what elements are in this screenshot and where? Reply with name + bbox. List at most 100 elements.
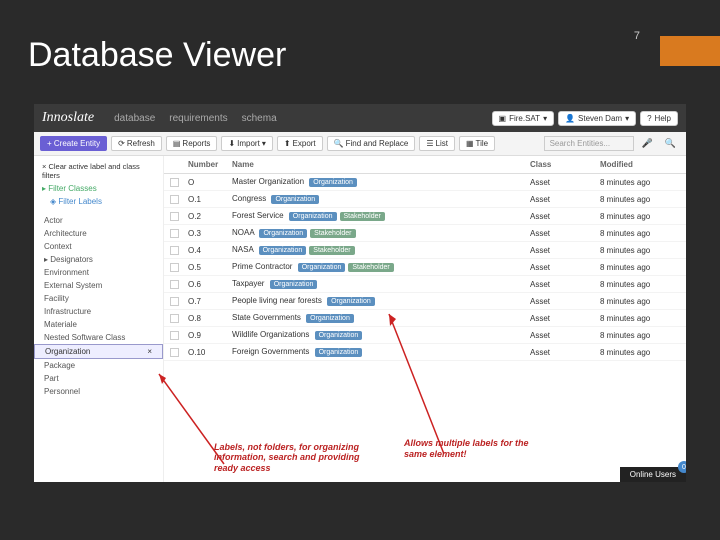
tag-stakeholder[interactable]: Stakeholder [309, 246, 354, 255]
user-dropdown[interactable]: 👤Steven Dam▾ [558, 111, 636, 126]
tag-organization[interactable]: Organization [315, 348, 363, 357]
class-item-environment[interactable]: Environment [34, 266, 163, 279]
row-checkbox[interactable] [170, 297, 179, 306]
row-checkbox[interactable] [170, 331, 179, 340]
class-item-infrastructure[interactable]: Infrastructure [34, 305, 163, 318]
cell-name: Prime Contractor OrganizationStakeholder [232, 262, 530, 272]
find-replace-button[interactable]: 🔍Find and Replace [327, 136, 416, 151]
table-row[interactable]: O.5Prime Contractor OrganizationStakehol… [164, 259, 686, 276]
nav-requirements[interactable]: requirements [169, 113, 227, 124]
class-item-package[interactable]: Package [34, 359, 163, 372]
tag-organization[interactable]: Organization [298, 263, 346, 272]
annotation-multiple-labels: Allows multiple labels for the same elem… [404, 438, 544, 460]
table-row[interactable]: O.9Wildlife Organizations OrganizationAs… [164, 327, 686, 344]
search-input[interactable]: Search Entities... [544, 136, 634, 151]
folder-icon: ▣ [499, 114, 507, 123]
table-row[interactable]: O.7People living near forests Organizati… [164, 293, 686, 310]
nav-database[interactable]: database [114, 113, 155, 124]
cell-name: NOAA OrganizationStakeholder [232, 228, 530, 238]
tag-stakeholder[interactable]: Stakeholder [348, 263, 393, 272]
table-row[interactable]: OMaster Organization OrganizationAsset8 … [164, 174, 686, 191]
class-item-context[interactable]: Context [34, 240, 163, 253]
class-item-materiale[interactable]: Materiale [34, 318, 163, 331]
class-item-external-system[interactable]: External System [34, 279, 163, 292]
table-row[interactable]: O.4NASA OrganizationStakeholderAsset8 mi… [164, 242, 686, 259]
help-icon: ? [647, 114, 651, 123]
col-class[interactable]: Class [530, 160, 600, 169]
class-item-facility[interactable]: Facility [34, 292, 163, 305]
row-checkbox[interactable] [170, 246, 179, 255]
caret-down-icon: ▾ [262, 139, 266, 148]
table-row[interactable]: O.8State Governments OrganizationAsset8 … [164, 310, 686, 327]
row-checkbox[interactable] [170, 212, 179, 221]
sidebar: × Clear active label and class filters ▸… [34, 156, 164, 482]
clear-filters-link[interactable]: × Clear active label and class filters [34, 160, 163, 182]
cell-number: O.4 [188, 246, 232, 255]
create-entity-button[interactable]: + Create Entity [40, 136, 107, 151]
class-item-personnel[interactable]: Personnel [34, 385, 163, 398]
tag-organization[interactable]: Organization [309, 178, 357, 187]
list-view-button[interactable]: ☰List [419, 136, 455, 151]
help-button[interactable]: ?Help [640, 111, 678, 126]
table-row[interactable]: O.2Forest Service OrganizationStakeholde… [164, 208, 686, 225]
cell-class: Asset [530, 280, 600, 289]
col-name[interactable]: Name [232, 160, 530, 169]
cell-class: Asset [530, 229, 600, 238]
tag-organization[interactable]: Organization [271, 195, 319, 204]
toolbar: + Create Entity ⟳Refresh ▤Reports ⬇Impor… [34, 132, 686, 156]
tag-organization[interactable]: Organization [315, 331, 363, 340]
row-checkbox[interactable] [170, 178, 179, 187]
import-button[interactable]: ⬇Import▾ [221, 136, 272, 151]
row-checkbox[interactable] [170, 195, 179, 204]
project-dropdown[interactable]: ▣Fire.SAT▾ [492, 111, 555, 126]
slide-accent-block [660, 36, 720, 66]
tag-organization[interactable]: Organization [270, 280, 318, 289]
class-item-organization[interactable]: Organization× [34, 344, 163, 359]
cell-number: O.1 [188, 195, 232, 204]
filter-labels-link[interactable]: ◈ Filter Labels [34, 195, 163, 208]
class-item-architecture[interactable]: Architecture [34, 227, 163, 240]
table-row[interactable]: O.3NOAA OrganizationStakeholderAsset8 mi… [164, 225, 686, 242]
cell-class: Asset [530, 297, 600, 306]
col-modified[interactable]: Modified [600, 160, 680, 169]
tag-stakeholder[interactable]: Stakeholder [340, 212, 385, 221]
tag-stakeholder[interactable]: Stakeholder [310, 229, 355, 238]
filter-classes-link[interactable]: ▸ Filter Classes [34, 182, 163, 195]
slide-title: Database Viewer [28, 36, 286, 75]
class-item-nested-software-class[interactable]: Nested Software Class [34, 331, 163, 344]
mic-icon[interactable]: 🎤 [638, 138, 657, 149]
row-checkbox[interactable] [170, 280, 179, 289]
page-number: 7 [634, 30, 640, 42]
tag-organization[interactable]: Organization [259, 246, 307, 255]
import-icon: ⬇ [228, 139, 235, 148]
app-window: Innoslate database requirements schema ▣… [34, 104, 686, 482]
search-submit-icon[interactable]: 🔍 [661, 138, 680, 149]
tag-organization[interactable]: Organization [289, 212, 337, 221]
row-checkbox[interactable] [170, 348, 179, 357]
cell-number: O.2 [188, 212, 232, 221]
tag-organization[interactable]: Organization [327, 297, 375, 306]
reports-button[interactable]: ▤Reports [166, 136, 218, 151]
brand-logo: Innoslate [42, 110, 94, 126]
row-checkbox[interactable] [170, 314, 179, 323]
nav-schema[interactable]: schema [242, 113, 277, 124]
col-number[interactable]: Number [188, 160, 232, 169]
row-checkbox[interactable] [170, 263, 179, 272]
cell-name: State Governments Organization [232, 313, 530, 323]
tag-organization[interactable]: Organization [259, 229, 307, 238]
online-users-bar[interactable]: Online Users 0 [620, 467, 686, 482]
class-item-actor[interactable]: Actor [34, 214, 163, 227]
tile-view-button[interactable]: ▦Tile [459, 136, 495, 151]
table-row[interactable]: O.1Congress OrganizationAsset8 minutes a… [164, 191, 686, 208]
cell-name: People living near forests Organization [232, 296, 530, 306]
table-row[interactable]: O.10Foreign Governments OrganizationAsse… [164, 344, 686, 361]
remove-filter-icon[interactable]: × [147, 347, 152, 356]
class-item-part[interactable]: Part [34, 372, 163, 385]
class-item-designators[interactable]: ▸ Designators [34, 253, 163, 266]
export-button[interactable]: ⬆Export [277, 136, 323, 151]
topbar: Innoslate database requirements schema ▣… [34, 104, 686, 132]
table-row[interactable]: O.6Taxpayer OrganizationAsset8 minutes a… [164, 276, 686, 293]
tag-organization[interactable]: Organization [306, 314, 354, 323]
refresh-button[interactable]: ⟳Refresh [111, 136, 162, 151]
row-checkbox[interactable] [170, 229, 179, 238]
